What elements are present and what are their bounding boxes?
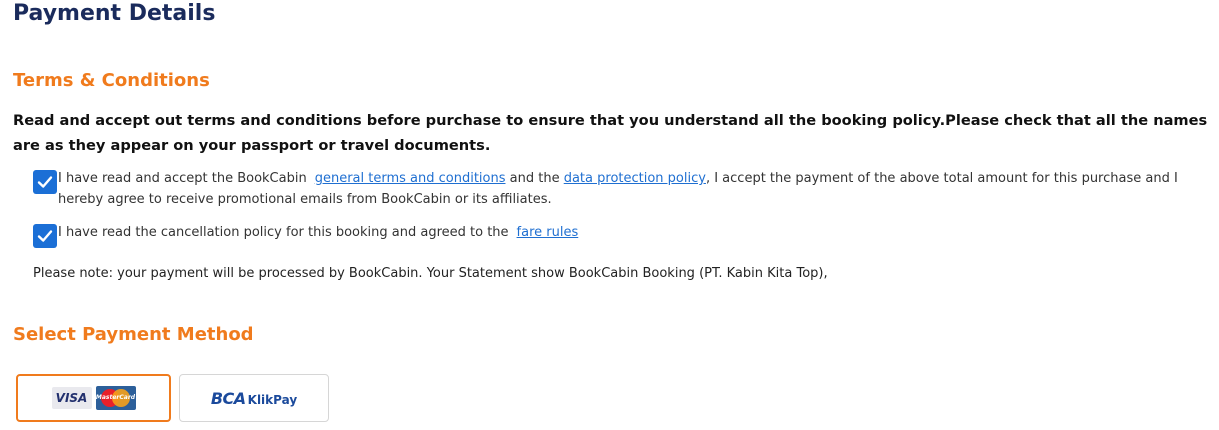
- fare-rules-agreement-text: I have read the cancellation policy for …: [58, 222, 578, 243]
- fare-rules-link[interactable]: fare rules: [517, 225, 579, 240]
- mastercard-logo: MasterCard: [95, 386, 136, 410]
- terms-agreement-row: I have read and accept the BookCabin gene…: [33, 168, 1183, 210]
- payment-method-bca-klikpay[interactable]: BCA KlikPay: [179, 374, 329, 422]
- page-title: Payment Details: [13, 1, 216, 26]
- terms-text-mid: and the: [509, 171, 560, 186]
- data-protection-link[interactable]: data protection policy: [564, 171, 706, 186]
- payment-note: Please note: your payment will be proces…: [33, 266, 828, 281]
- terms-section-title: Terms & Conditions: [13, 70, 210, 91]
- checkmark-icon: [37, 230, 53, 242]
- payment-method-section-title: Select Payment Method: [13, 324, 254, 345]
- terms-checkbox[interactable]: [33, 170, 57, 194]
- checkmark-icon: [37, 176, 53, 188]
- fare-text-before: I have read the cancellation policy for …: [58, 225, 509, 240]
- fare-rules-checkbox[interactable]: [33, 224, 57, 248]
- visa-logo: VISA: [51, 387, 92, 409]
- general-terms-link[interactable]: general terms and conditions: [315, 171, 506, 186]
- payment-method-visa-mastercard[interactable]: VISA MasterCard: [16, 374, 171, 422]
- payment-details-page: Payment Details Terms & Conditions Read …: [0, 0, 1219, 430]
- terms-intro-text: Read and accept out terms and conditions…: [13, 112, 1208, 154]
- terms-text-before: I have read and accept the BookCabin: [58, 171, 307, 186]
- terms-agreement-text: I have read and accept the BookCabin gene…: [58, 168, 1183, 210]
- fare-rules-agreement-row: I have read the cancellation policy for …: [33, 222, 1183, 248]
- bca-klikpay-logo: BCA KlikPay: [210, 388, 298, 408]
